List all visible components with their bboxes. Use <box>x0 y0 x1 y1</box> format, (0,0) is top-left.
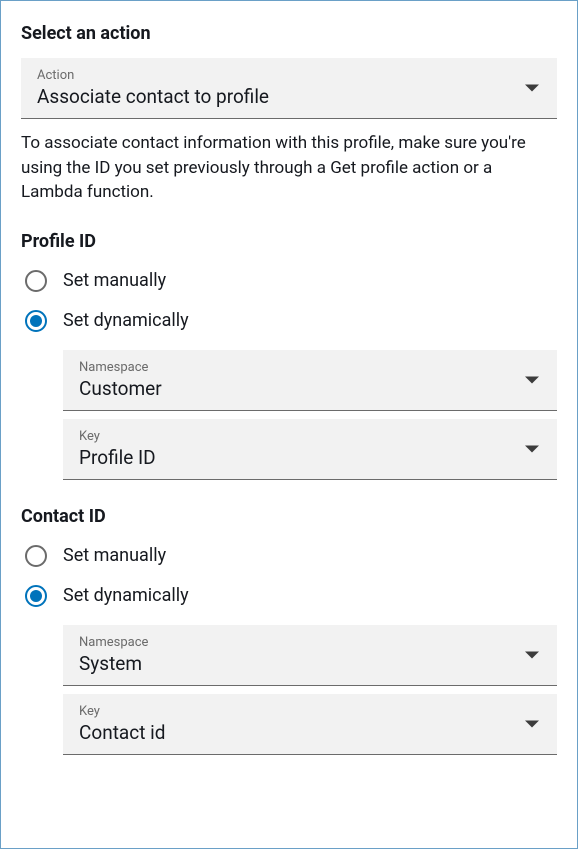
select-label: Key <box>79 704 541 719</box>
contact-id-set-manually-radio[interactable]: Set manually <box>21 545 557 567</box>
select-label: Namespace <box>79 360 541 375</box>
chevron-down-icon <box>525 85 539 92</box>
chevron-down-icon <box>525 720 539 727</box>
select-value: System <box>79 652 541 675</box>
contact-id-set-dynamically-radio[interactable]: Set dynamically <box>21 585 557 607</box>
radio-label: Set manually <box>63 545 166 566</box>
profile-id-dynamic-inputs: Namespace Customer Key Profile ID <box>63 350 557 480</box>
chevron-down-icon <box>525 651 539 658</box>
select-label: Key <box>79 429 541 444</box>
panel-title: Select an action <box>21 23 557 44</box>
contact-id-dynamic-inputs: Namespace System Key Contact id <box>63 625 557 755</box>
radio-label: Set manually <box>63 270 166 291</box>
radio-icon <box>25 310 47 332</box>
profile-id-key-select[interactable]: Key Profile ID <box>63 419 557 480</box>
profile-id-namespace-select[interactable]: Namespace Customer <box>63 350 557 411</box>
action-select-label: Action <box>37 68 541 83</box>
contact-id-title: Contact ID <box>21 506 557 527</box>
select-value: Contact id <box>79 721 541 744</box>
profile-id-radio-group: Set manually Set dynamically <box>21 270 557 332</box>
profile-id-set-dynamically-radio[interactable]: Set dynamically <box>21 310 557 332</box>
select-value: Profile ID <box>79 446 541 469</box>
profile-id-set-manually-radio[interactable]: Set manually <box>21 270 557 292</box>
radio-icon <box>25 585 47 607</box>
action-select[interactable]: Action Associate contact to profile <box>21 58 557 119</box>
contact-id-key-select[interactable]: Key Contact id <box>63 694 557 755</box>
radio-label: Set dynamically <box>63 310 189 331</box>
action-select-value: Associate contact to profile <box>37 85 541 108</box>
radio-label: Set dynamically <box>63 585 189 606</box>
profile-id-title: Profile ID <box>21 231 557 252</box>
select-label: Namespace <box>79 635 541 650</box>
select-value: Customer <box>79 377 541 400</box>
radio-icon <box>25 545 47 567</box>
contact-id-namespace-select[interactable]: Namespace System <box>63 625 557 686</box>
action-description: To associate contact information with th… <box>21 131 557 205</box>
chevron-down-icon <box>525 376 539 383</box>
radio-icon <box>25 270 47 292</box>
chevron-down-icon <box>525 445 539 452</box>
contact-id-radio-group: Set manually Set dynamically <box>21 545 557 607</box>
